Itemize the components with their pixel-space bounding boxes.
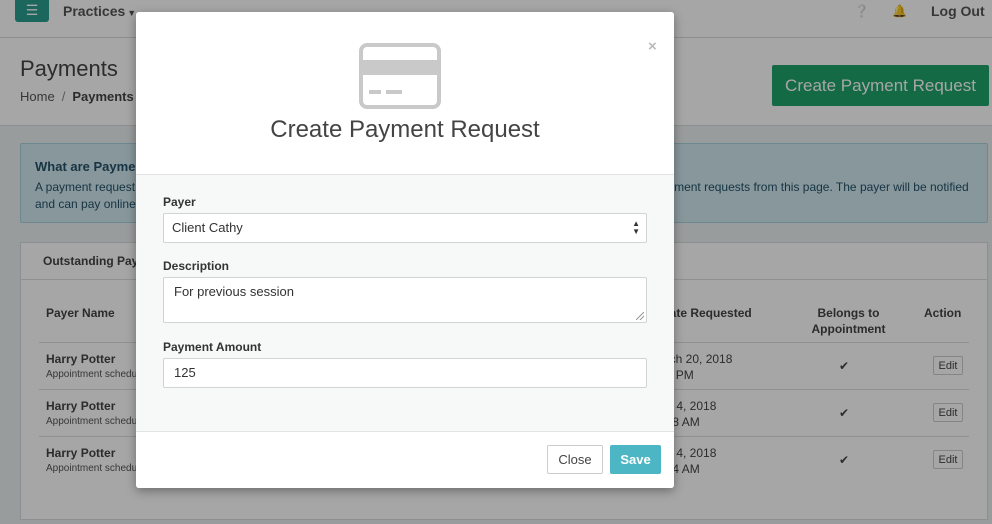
payment-amount-input[interactable]: 125 [163,358,647,388]
modal-header: × Create Payment Request [136,12,674,175]
description-textarea[interactable]: For previous session [163,277,647,323]
payer-select-value: Client Cathy [172,220,243,235]
create-payment-request-modal: × Create Payment Request Payer Client Ca… [136,12,674,488]
payer-select[interactable]: Client Cathy ▲ ▼ [163,213,647,243]
credit-card-icon [359,43,441,109]
description-value: For previous session [174,284,294,299]
save-button[interactable]: Save [610,445,661,474]
payer-label: Payer [163,195,196,209]
amount-label: Payment Amount [163,340,262,354]
modal-footer: Close Save [136,431,674,488]
modal-title: Create Payment Request [270,116,540,143]
modal-body: Payer Client Cathy ▲ ▼ Description For pr… [136,175,674,431]
close-button[interactable]: Close [547,445,603,474]
resize-grip-icon[interactable] [636,312,644,320]
payment-amount-value: 125 [174,365,196,380]
select-arrows-icon: ▲ ▼ [632,219,640,236]
close-icon[interactable]: × [648,38,657,55]
description-label: Description [163,259,230,273]
